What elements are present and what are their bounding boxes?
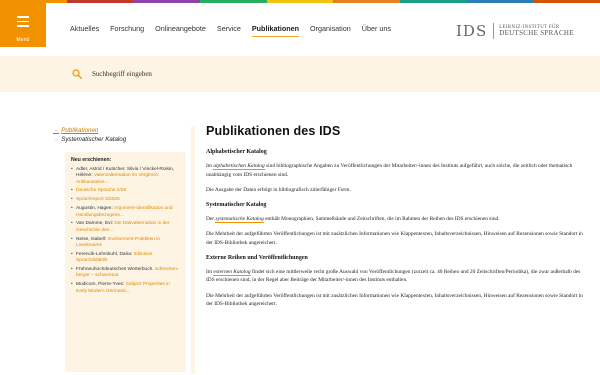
arrow-right-icon: → (53, 136, 60, 143)
breadcrumb-systematischer-katalog[interactable]: → Systematischer Katalog (53, 135, 188, 144)
logo-abbr: IDS (456, 23, 495, 39)
publication-author: Modicom, Pierre-Yves: (76, 282, 126, 288)
section-heading: Systematischer Katalog (206, 201, 267, 208)
stripe-segment (266, 0, 334, 3)
new-publications-box: Neu erschienen: Adler, Astrid / Kutscher… (65, 152, 186, 372)
new-publications-title: Neu erschienen: (71, 157, 112, 163)
paragraph: Die Mehrheit der aufgeführten Veröffentl… (206, 230, 586, 247)
menu-button[interactable]: Menü (0, 3, 46, 47)
list-item: Deutsche Sprache 2/25 (71, 188, 180, 195)
search-icon[interactable] (72, 69, 82, 79)
nav-item-publikationen[interactable]: Publikationen (251, 24, 299, 37)
ids-logo[interactable]: IDS LEIBNIZ-INSTITUT FÜR DEUTSCHE SPRACH… (456, 22, 574, 40)
top-color-stripe (0, 0, 600, 3)
paragraph: Die Mehrheit der aufgeführten Veröffentl… (206, 292, 586, 309)
list-item: Sprachreport 3/2025 (71, 197, 180, 204)
list-item: Augustin, Hagen: Argument-Identifikation… (71, 206, 180, 219)
stripe-segment (400, 0, 467, 3)
arrow-right-icon: → (53, 127, 60, 134)
stripe-segment (466, 0, 534, 3)
new-publications-list: Adler, Astrid / Kutscher, Silvia / Vinck… (71, 167, 180, 295)
main-content: Publikationen des IDS Alphabetischer Kat… (206, 124, 586, 316)
divider (191, 126, 195, 374)
paragraph-text: findet sich eine mittlerweile recht groß… (206, 268, 581, 284)
catalog-link[interactable]: systematische Katalog (215, 215, 264, 223)
list-item: Ferencik-Lehmkuhl, Daria: Inklusive Spra… (71, 252, 180, 265)
stripe-segment (66, 0, 134, 3)
section-heading: Externe Reihen und Veröffentlichungen (206, 254, 308, 261)
paragraph: Im externen Katalog findet sich eine mit… (206, 268, 586, 285)
paragraph: Die Ausgabe der Daten erfolgt in bibliog… (206, 186, 586, 195)
list-item: Adler, Astrid / Kutscher, Silvia / Vinck… (71, 167, 180, 186)
stripe-segment (533, 0, 600, 3)
stripe-segment (133, 0, 201, 3)
nav-item-service[interactable]: Service (217, 24, 241, 37)
breadcrumb: → Publikationen → Systematischer Katalog (53, 126, 188, 144)
list-item: Modicom, Pierre-Yves: Subject Properties… (71, 282, 180, 295)
hamburger-icon (17, 16, 29, 30)
nav-item-aktuelles[interactable]: Aktuelles (70, 24, 99, 37)
logo-line-2: DEUTSCHE SPRACHE (499, 28, 574, 37)
list-item: Frühneuhochdeutsches Wörterbuch. schreck… (71, 267, 180, 280)
nav-item-organisation[interactable]: Organisation (310, 24, 351, 37)
publication-link[interactable]: Deutsche Sprache 2/25 (76, 188, 126, 193)
list-item: Van Damme, Evi: Die Dativalternation in … (71, 221, 180, 234)
publication-author: Ferencik-Lehmkuhl, Daria: (76, 251, 134, 257)
paragraph-text: Die Ausgabe der Daten erfolgt in bibliog… (206, 187, 351, 194)
paragraph: Der systematische Katalog enthält Monogr… (206, 215, 586, 224)
publication-link[interactable]: Sprachreport 3/2025 (76, 197, 120, 202)
publication-author: Neise, Isabell: (76, 236, 108, 242)
section-heading: Alphabetischer Katalog (206, 149, 267, 155)
search-input[interactable] (92, 66, 572, 82)
paragraph-text: enthält Monographien, Sammelbände und Ze… (263, 215, 500, 222)
nav-item-onlineangebote[interactable]: Onlineangebote (155, 24, 206, 37)
catalog-link[interactable]: externen Katalog (213, 268, 251, 276)
stripe-segment (200, 0, 267, 3)
nav-item-forschung[interactable]: Forschung (110, 24, 144, 37)
stripe-segment (333, 0, 401, 3)
catalog-link[interactable]: alphabetischen Katalog (213, 163, 265, 170)
publication-author: Van Damme, Evi: (76, 221, 115, 227)
page-title: Publikationen des IDS (206, 124, 341, 138)
search-bar (0, 56, 600, 92)
publication-author: Augustin, Hagen: (76, 206, 114, 212)
breadcrumb-publikationen[interactable]: → Publikationen (53, 126, 188, 135)
paragraph: Im alphabetischen Katalog sind bibliogra… (206, 162, 586, 179)
paragraph-text: Die Mehrheit der aufgeführten Veröffentl… (206, 292, 583, 308)
main-navigation: Aktuelles Forschung Onlineangebote Service P… (70, 24, 402, 37)
menu-label: Menü (16, 37, 30, 43)
paragraph-text: Die Mehrheit der aufgeführten Veröffentl… (206, 231, 583, 246)
list-item: Neise, Isabell: Involvement-Praktiken in… (71, 237, 180, 250)
nav-item-über-uns[interactable]: Über uns (362, 24, 391, 37)
publication-author: Frühneuhochdeutsches Wörterbuch. (76, 267, 155, 273)
